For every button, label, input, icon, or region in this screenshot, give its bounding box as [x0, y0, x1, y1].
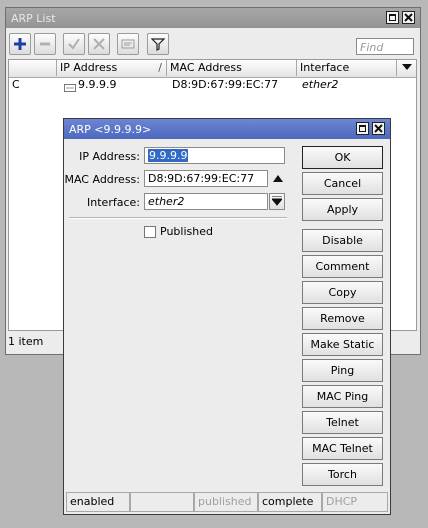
copy-button[interactable]: Copy	[302, 281, 383, 304]
remove-button[interactable]	[34, 33, 56, 55]
make-static-button[interactable]: Make Static	[302, 333, 383, 356]
remove-button[interactable]: Remove	[302, 307, 383, 330]
columns-menu[interactable]	[397, 60, 419, 76]
col-ip-address[interactable]: IP Address /	[57, 60, 167, 76]
interface-select[interactable]: ether2	[144, 193, 268, 210]
chevron-down-icon	[402, 64, 412, 70]
mac-ping-button[interactable]: MAC Ping	[302, 385, 383, 408]
torch-button[interactable]: Torch	[302, 463, 383, 486]
status-published: published	[194, 492, 258, 512]
comment-button[interactable]: Comment	[302, 255, 383, 278]
cell-interface: ether2	[302, 78, 339, 91]
mac-address-field[interactable]: D8:9D:67:99:EC:77	[144, 170, 268, 187]
status-enabled: enabled	[66, 492, 130, 512]
cell-flag: C	[12, 78, 20, 91]
collapse-up-icon[interactable]	[273, 175, 283, 183]
status-complete: complete	[258, 492, 322, 512]
mac-telnet-button[interactable]: MAC Telnet	[302, 437, 383, 460]
separator	[69, 217, 287, 219]
check-icon	[68, 38, 80, 50]
cell-mac: D8:9D:67:99:EC:77	[172, 78, 279, 91]
disable-button[interactable]: Disable	[302, 229, 383, 252]
status-empty	[130, 492, 194, 512]
dialog-status-bar: enabled published complete DHCP	[66, 492, 388, 512]
maximize-icon[interactable]	[356, 122, 369, 135]
add-button[interactable]	[9, 33, 31, 55]
status-dhcp: DHCP	[322, 492, 388, 512]
plus-icon	[14, 38, 26, 50]
cell-ip: 9.9.9.9	[78, 78, 117, 91]
arp-dialog-title: ARP <9.9.9.9>	[69, 123, 152, 136]
close-icon[interactable]	[372, 122, 385, 135]
arp-list-title: ARP List	[11, 12, 56, 25]
interface-label: Interface:	[87, 196, 140, 209]
filter-button[interactable]	[147, 33, 169, 55]
ok-button[interactable]: OK	[302, 146, 383, 169]
published-checkbox[interactable]	[144, 226, 156, 238]
enable-button[interactable]	[63, 33, 85, 55]
mac-address-label: MAC Address:	[64, 173, 140, 186]
arp-entry-icon	[61, 81, 76, 97]
arp-dialog-titlebar[interactable]: ARP <9.9.9.9>	[64, 119, 390, 139]
ip-address-value: 9.9.9.9	[148, 149, 189, 162]
col-flag[interactable]	[9, 60, 57, 76]
arp-list-titlebar[interactable]: ARP List	[6, 8, 420, 28]
col-interface[interactable]: Interface	[297, 60, 397, 76]
apply-button[interactable]: Apply	[302, 198, 383, 221]
maximize-icon[interactable]	[386, 11, 399, 24]
col-mac-address[interactable]: MAC Address	[167, 60, 297, 76]
comment-button[interactable]	[117, 33, 139, 55]
close-icon[interactable]	[402, 11, 415, 24]
telnet-button[interactable]: Telnet	[302, 411, 383, 434]
col-ip-label: IP Address	[60, 61, 118, 74]
disable-button[interactable]	[88, 33, 110, 55]
filter-icon	[151, 38, 165, 51]
x-icon	[93, 38, 105, 50]
arp-dialog: ARP <9.9.9.9> IP Address: 9.9.9.9 MAC Ad…	[63, 118, 391, 515]
interface-dropdown-button[interactable]	[269, 193, 285, 210]
table-header: IP Address / MAC Address Interface	[9, 60, 416, 78]
sort-icon: /	[158, 61, 162, 74]
dropdown-arrow-icon	[272, 196, 282, 206]
ip-address-label: IP Address:	[79, 150, 140, 163]
minus-icon	[40, 42, 50, 46]
comment-icon	[121, 39, 135, 49]
toolbar: Find	[6, 29, 420, 57]
find-input[interactable]: Find	[356, 38, 414, 55]
published-label: Published	[160, 225, 213, 238]
ping-button[interactable]: Ping	[302, 359, 383, 382]
table-row[interactable]: C 9.9.9.9 D8:9D:67:99:EC:77 ether2	[9, 77, 416, 93]
cancel-button[interactable]: Cancel	[302, 172, 383, 195]
ip-address-field[interactable]: 9.9.9.9	[144, 147, 285, 164]
